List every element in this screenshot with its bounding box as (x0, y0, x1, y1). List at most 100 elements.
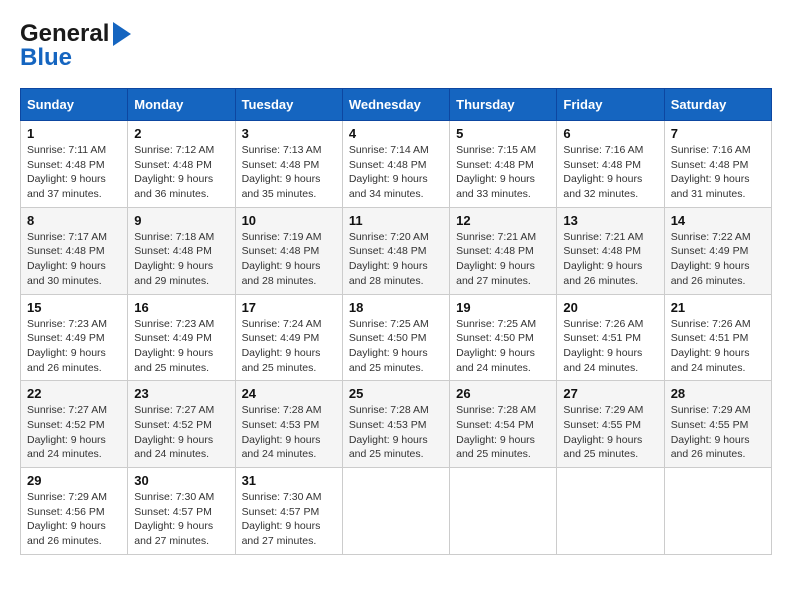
calendar-day-19: 19 Sunrise: 7:25 AMSunset: 4:50 PMDayligh… (450, 294, 557, 381)
day-info: Sunrise: 7:21 AMSunset: 4:48 PMDaylight:… (563, 231, 643, 287)
calendar-header-sunday: Sunday (21, 89, 128, 121)
day-number: 7 (671, 126, 765, 141)
day-info: Sunrise: 7:30 AMSunset: 4:57 PMDaylight:… (134, 491, 214, 547)
page-header: General Blue (20, 20, 772, 72)
calendar-week-5: 29Sunrise: 7:29 AMSunset: 4:56 PMDayligh… (21, 468, 772, 555)
day-number: 26 (456, 386, 550, 401)
calendar-day-10: 10 Sunrise: 7:19 AMSunset: 4:48 PMDayligh… (235, 207, 342, 294)
calendar-day-24: 24 Sunrise: 7:28 AMSunset: 4:53 PMDayligh… (235, 381, 342, 468)
day-number: 23 (134, 386, 228, 401)
day-number: 24 (242, 386, 336, 401)
calendar-day-26: 26 Sunrise: 7:28 AMSunset: 4:54 PMDayligh… (450, 381, 557, 468)
day-number: 17 (242, 300, 336, 315)
day-info: Sunrise: 7:28 AMSunset: 4:53 PMDaylight:… (242, 404, 322, 460)
calendar-week-4: 22 Sunrise: 7:27 AMSunset: 4:52 PMDayligh… (21, 381, 772, 468)
calendar-day-9: 9 Sunrise: 7:18 AMSunset: 4:48 PMDaylight… (128, 207, 235, 294)
day-number: 30 (134, 473, 228, 488)
calendar-empty-cell (557, 468, 664, 555)
calendar-empty-cell (450, 468, 557, 555)
day-number: 20 (563, 300, 657, 315)
day-info: Sunrise: 7:11 AMSunset: 4:48 PMDaylight:… (27, 144, 106, 200)
calendar-empty-cell (664, 468, 771, 555)
calendar-day-5: 5 Sunrise: 7:15 AMSunset: 4:48 PMDaylight… (450, 121, 557, 208)
day-number: 4 (349, 126, 443, 141)
calendar-week-3: 15 Sunrise: 7:23 AMSunset: 4:49 PMDayligh… (21, 294, 772, 381)
day-number: 27 (563, 386, 657, 401)
calendar-empty-cell (342, 468, 449, 555)
day-info: Sunrise: 7:25 AMSunset: 4:50 PMDaylight:… (456, 318, 536, 374)
day-number: 12 (456, 213, 550, 228)
day-number: 13 (563, 213, 657, 228)
calendar-day-15: 15 Sunrise: 7:23 AMSunset: 4:49 PMDayligh… (21, 294, 128, 381)
day-number: 14 (671, 213, 765, 228)
day-info: Sunrise: 7:30 AMSunset: 4:57 PMDaylight:… (242, 491, 322, 547)
calendar-day-6: 6 Sunrise: 7:16 AMSunset: 4:48 PMDaylight… (557, 121, 664, 208)
calendar-day-18: 18Sunrise: 7:25 AMSunset: 4:50 PMDayligh… (342, 294, 449, 381)
calendar-day-25: 25 Sunrise: 7:28 AMSunset: 4:53 PMDayligh… (342, 381, 449, 468)
day-number: 6 (563, 126, 657, 141)
calendar-day-30: 30 Sunrise: 7:30 AMSunset: 4:57 PMDayligh… (128, 468, 235, 555)
calendar-day-14: 14 Sunrise: 7:22 AMSunset: 4:49 PMDayligh… (664, 207, 771, 294)
day-number: 9 (134, 213, 228, 228)
day-info: Sunrise: 7:26 AMSunset: 4:51 PMDaylight:… (563, 318, 643, 374)
calendar-day-12: 12 Sunrise: 7:21 AMSunset: 4:48 PMDayligh… (450, 207, 557, 294)
day-info: Sunrise: 7:28 AMSunset: 4:54 PMDaylight:… (456, 404, 536, 460)
day-number: 22 (27, 386, 121, 401)
day-number: 5 (456, 126, 550, 141)
calendar-header-friday: Friday (557, 89, 664, 121)
calendar-day-1: 1 Sunrise: 7:11 AMSunset: 4:48 PMDaylight… (21, 121, 128, 208)
day-number: 31 (242, 473, 336, 488)
calendar-week-1: 1 Sunrise: 7:11 AMSunset: 4:48 PMDaylight… (21, 121, 772, 208)
calendar-day-23: 23 Sunrise: 7:27 AMSunset: 4:52 PMDayligh… (128, 381, 235, 468)
calendar-header-row: SundayMondayTuesdayWednesdayThursdayFrid… (21, 89, 772, 121)
calendar-day-13: 13 Sunrise: 7:21 AMSunset: 4:48 PMDayligh… (557, 207, 664, 294)
day-number: 25 (349, 386, 443, 401)
day-info: Sunrise: 7:29 AMSunset: 4:55 PMDaylight:… (671, 404, 751, 460)
calendar-day-17: 17 Sunrise: 7:24 AMSunset: 4:49 PMDayligh… (235, 294, 342, 381)
logo: General Blue (20, 20, 131, 72)
day-number: 3 (242, 126, 336, 141)
day-number: 8 (27, 213, 121, 228)
calendar-day-29: 29Sunrise: 7:29 AMSunset: 4:56 PMDayligh… (21, 468, 128, 555)
day-info: Sunrise: 7:22 AMSunset: 4:49 PMDaylight:… (671, 231, 751, 287)
calendar-day-28: 28 Sunrise: 7:29 AMSunset: 4:55 PMDayligh… (664, 381, 771, 468)
calendar-day-21: 21 Sunrise: 7:26 AMSunset: 4:51 PMDayligh… (664, 294, 771, 381)
day-info: Sunrise: 7:18 AMSunset: 4:48 PMDaylight:… (134, 231, 214, 287)
calendar-day-4: 4Sunrise: 7:14 AMSunset: 4:48 PMDaylight… (342, 121, 449, 208)
day-info: Sunrise: 7:21 AMSunset: 4:48 PMDaylight:… (456, 231, 536, 287)
calendar-day-11: 11 Sunrise: 7:20 AMSunset: 4:48 PMDayligh… (342, 207, 449, 294)
day-info: Sunrise: 7:24 AMSunset: 4:49 PMDaylight:… (242, 318, 322, 374)
day-number: 2 (134, 126, 228, 141)
calendar-header-monday: Monday (128, 89, 235, 121)
calendar-day-7: 7Sunrise: 7:16 AMSunset: 4:48 PMDaylight… (664, 121, 771, 208)
day-info: Sunrise: 7:27 AMSunset: 4:52 PMDaylight:… (134, 404, 214, 460)
calendar-day-2: 2Sunrise: 7:12 AMSunset: 4:48 PMDaylight… (128, 121, 235, 208)
calendar-week-2: 8Sunrise: 7:17 AMSunset: 4:48 PMDaylight… (21, 207, 772, 294)
day-number: 19 (456, 300, 550, 315)
day-info: Sunrise: 7:23 AMSunset: 4:49 PMDaylight:… (27, 318, 107, 374)
calendar-day-20: 20 Sunrise: 7:26 AMSunset: 4:51 PMDayligh… (557, 294, 664, 381)
day-info: Sunrise: 7:15 AMSunset: 4:48 PMDaylight:… (456, 144, 536, 200)
day-info: Sunrise: 7:26 AMSunset: 4:51 PMDaylight:… (671, 318, 751, 374)
day-number: 15 (27, 300, 121, 315)
day-number: 16 (134, 300, 228, 315)
day-number: 10 (242, 213, 336, 228)
day-number: 28 (671, 386, 765, 401)
day-number: 21 (671, 300, 765, 315)
day-info: Sunrise: 7:16 AMSunset: 4:48 PMDaylight:… (563, 144, 643, 200)
day-info: Sunrise: 7:20 AMSunset: 4:48 PMDaylight:… (349, 231, 429, 287)
day-info: Sunrise: 7:25 AMSunset: 4:50 PMDaylight:… (349, 318, 429, 374)
logo-arrow-icon (113, 22, 131, 46)
calendar-table: SundayMondayTuesdayWednesdayThursdayFrid… (20, 88, 772, 555)
calendar-day-31: 31 Sunrise: 7:30 AMSunset: 4:57 PMDayligh… (235, 468, 342, 555)
calendar-header-wednesday: Wednesday (342, 89, 449, 121)
day-info: Sunrise: 7:28 AMSunset: 4:53 PMDaylight:… (349, 404, 429, 460)
day-info: Sunrise: 7:29 AMSunset: 4:55 PMDaylight:… (563, 404, 643, 460)
day-info: Sunrise: 7:19 AMSunset: 4:48 PMDaylight:… (242, 231, 322, 287)
day-info: Sunrise: 7:29 AMSunset: 4:56 PMDaylight:… (27, 491, 107, 547)
day-number: 11 (349, 213, 443, 228)
day-number: 1 (27, 126, 121, 141)
day-info: Sunrise: 7:23 AMSunset: 4:49 PMDaylight:… (134, 318, 214, 374)
calendar-day-22: 22Sunrise: 7:27 AMSunset: 4:52 PMDayligh… (21, 381, 128, 468)
calendar-day-8: 8Sunrise: 7:17 AMSunset: 4:48 PMDaylight… (21, 207, 128, 294)
